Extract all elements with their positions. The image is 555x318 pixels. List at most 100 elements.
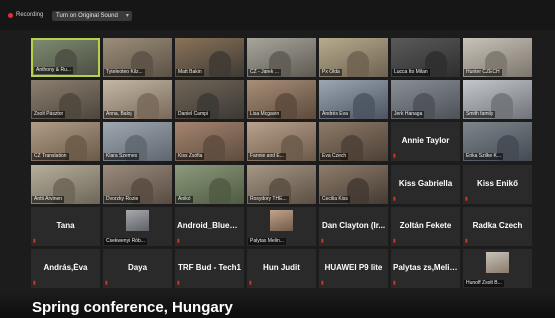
participant-name-label: Smith family xyxy=(464,111,496,119)
muted-mic-icon: ▮ xyxy=(465,237,468,244)
participant-name-large: András,Éva xyxy=(43,263,88,272)
participant-name-label: Lisa Mcgavin xyxy=(248,111,282,119)
muted-mic-icon: ▮ xyxy=(393,237,396,244)
participant-name-label: Klara Szemes xyxy=(104,153,140,161)
participant-tile[interactable]: Daniel Campi xyxy=(175,80,244,120)
participant-tile[interactable]: Andrés Eva xyxy=(319,80,388,120)
participant-tile[interactable]: CZ Translation xyxy=(31,122,100,162)
participant-tile[interactable]: Palytas Melin... xyxy=(247,206,316,246)
muted-mic-icon: ▮ xyxy=(393,195,396,202)
participant-tile[interactable]: Lisa Mcgavin xyxy=(247,80,316,120)
participant-name-large: Hun Judit xyxy=(263,263,300,272)
participant-tile[interactable]: CZ - Jarek ... xyxy=(247,38,316,77)
original-sound-button[interactable]: Turn on Original Sound ▾ xyxy=(52,11,132,21)
muted-mic-icon: ▮ xyxy=(177,237,180,244)
participant-tile[interactable]: TRF Bud - Tech1 ▮ xyxy=(175,249,244,288)
participant-silhouette xyxy=(209,51,231,77)
participant-name-label: CZ Translation xyxy=(32,153,69,161)
muted-mic-icon: ▮ xyxy=(33,237,36,244)
participant-tile[interactable]: Kiss Gabriella ▮ xyxy=(391,164,460,204)
participant-name-label: Daniel Campi xyxy=(176,111,211,119)
participant-tile[interactable]: Jerk Hanaga xyxy=(391,80,460,120)
participant-tile[interactable]: Rosydory THE... xyxy=(247,164,316,204)
participant-tile[interactable]: Tyteleoteo Kilz... xyxy=(103,38,172,77)
participant-tile[interactable]: Fannie and E... xyxy=(247,122,316,162)
participant-silhouette xyxy=(347,51,369,77)
participant-tile[interactable]: Daya ▮ xyxy=(103,249,172,288)
participant-silhouette xyxy=(347,177,369,204)
recording-label: Recording xyxy=(16,12,44,18)
chevron-down-icon[interactable]: ▾ xyxy=(126,11,129,21)
participant-name-large: Android_Bluedr... xyxy=(177,220,244,230)
participant-tile[interactable]: Cecilia Kiss xyxy=(319,164,388,204)
participant-tile[interactable]: Hun Judit ▮ xyxy=(247,249,316,288)
participant-name-large: Palytas zs,Melin... xyxy=(393,263,460,272)
participant-tile[interactable]: András,Éva ▮ xyxy=(31,249,100,288)
participant-name-label: Kiss Zsófia xyxy=(176,153,205,161)
participant-tile[interactable]: Anthony & Ru... xyxy=(31,38,100,77)
participant-name-label: Eva Czech xyxy=(320,153,349,161)
participant-tile[interactable]: Matt Bakin xyxy=(175,38,244,77)
participant-tile[interactable]: Hunter CZECH xyxy=(463,38,532,77)
participant-tile[interactable]: Annie Taylor ▮ xyxy=(391,122,460,162)
participant-name-large: Annie Taylor xyxy=(401,136,450,146)
participant-silhouette xyxy=(203,135,225,162)
participant-tile[interactable]: Kiss Zsófia xyxy=(175,122,244,162)
participant-silhouette xyxy=(137,93,159,120)
participant-name-label: Fannie and E... xyxy=(248,153,286,161)
participant-name-large: Zoltán Fekete xyxy=(399,220,452,230)
participant-tile[interactable]: Zsolt Pásztor xyxy=(31,80,100,120)
participant-tile[interactable]: Dan Clayton (Ir... ▮ xyxy=(319,206,388,246)
participant-tile[interactable]: Tana ▮ xyxy=(31,206,100,246)
participant-silhouette xyxy=(209,177,231,204)
participant-name-large: Radka Czech xyxy=(472,220,523,230)
participant-tile[interactable]: Erika Szilke K... xyxy=(463,122,532,162)
participant-tile[interactable]: Csekwenyi Rób... xyxy=(103,206,172,246)
participant-tile[interactable]: Smith family xyxy=(463,80,532,120)
participant-name-large: TRF Bud - Tech1 xyxy=(178,263,241,272)
caption-text: Spring conference, Hungary xyxy=(32,299,233,316)
participant-name-label: Anthony & Ru... xyxy=(34,67,74,74)
participant-tile[interactable]: Anna, Baloj xyxy=(103,80,172,120)
participant-name-large: Dan Clayton (Ir... xyxy=(321,220,386,230)
participant-name-label: Matt Bakin xyxy=(176,69,204,76)
participant-tile[interactable]: Anikó xyxy=(175,164,244,204)
participant-tile[interactable]: Lucca Ito Milan xyxy=(391,38,460,77)
recording-dot-icon xyxy=(8,12,13,18)
participant-name-label: Tyteleoteo Kilz... xyxy=(104,69,145,76)
participant-name-label: Zsolt Pásztor xyxy=(32,111,66,119)
participant-name-large: Tana xyxy=(56,220,75,230)
muted-mic-icon: ▮ xyxy=(105,280,108,286)
participant-tile[interactable]: Eva Czech xyxy=(319,122,388,162)
participant-tile[interactable]: Dvorzky Rozie xyxy=(103,164,172,204)
participant-tile[interactable]: Palytas zs,Melin... ▮ xyxy=(391,249,460,288)
muted-mic-icon: ▮ xyxy=(249,280,252,286)
muted-mic-icon: ▮ xyxy=(393,280,396,286)
participant-tile[interactable]: Radka Czech ▮ xyxy=(463,206,532,246)
participant-name-label: Palytas Melin... xyxy=(248,237,286,245)
participant-avatar xyxy=(126,209,149,231)
participant-avatar xyxy=(270,209,293,231)
muted-mic-icon: ▮ xyxy=(321,280,324,286)
participant-tile[interactable]: Klara Szemes xyxy=(103,122,172,162)
participant-tile[interactable]: Zoltán Fekete ▮ xyxy=(391,206,460,246)
participant-name-label: Andrés Eva xyxy=(320,111,350,119)
participant-name-label: Antti Arvinen xyxy=(32,195,65,203)
participant-tile[interactable]: Kiss Enikő ▮ xyxy=(463,164,532,204)
participant-tile[interactable]: Antti Arvinen xyxy=(31,164,100,204)
muted-mic-icon: ▮ xyxy=(393,153,396,160)
participant-tile[interactable]: Android_Bluedr... ▮ xyxy=(175,206,244,246)
participant-tile[interactable]: Hunoff Zsolt B... xyxy=(463,249,532,288)
participant-name-label: Lucca Ito Milan xyxy=(392,69,430,76)
participant-name-large: Daya xyxy=(127,263,148,272)
original-sound-label: Turn on Original Sound xyxy=(56,13,118,19)
participant-name-large: Kiss Enikő xyxy=(477,178,518,188)
meeting-topbar: Recording Turn on Original Sound ▾ xyxy=(0,0,555,30)
participant-tile[interactable]: HUAWEI P9 lite ▮ xyxy=(319,249,388,288)
participant-name-label: Dvorzky Rozie xyxy=(104,195,141,203)
participant-name-label: Jerk Hanaga xyxy=(392,111,425,119)
participant-gallery: Anthony & Ru... Tyteleoteo Kilz... Matt Ba… xyxy=(31,38,536,290)
participant-name-large: Kiss Gabriella xyxy=(398,178,453,188)
participant-silhouette xyxy=(353,93,375,120)
participant-tile[interactable]: Px Olda xyxy=(319,38,388,77)
